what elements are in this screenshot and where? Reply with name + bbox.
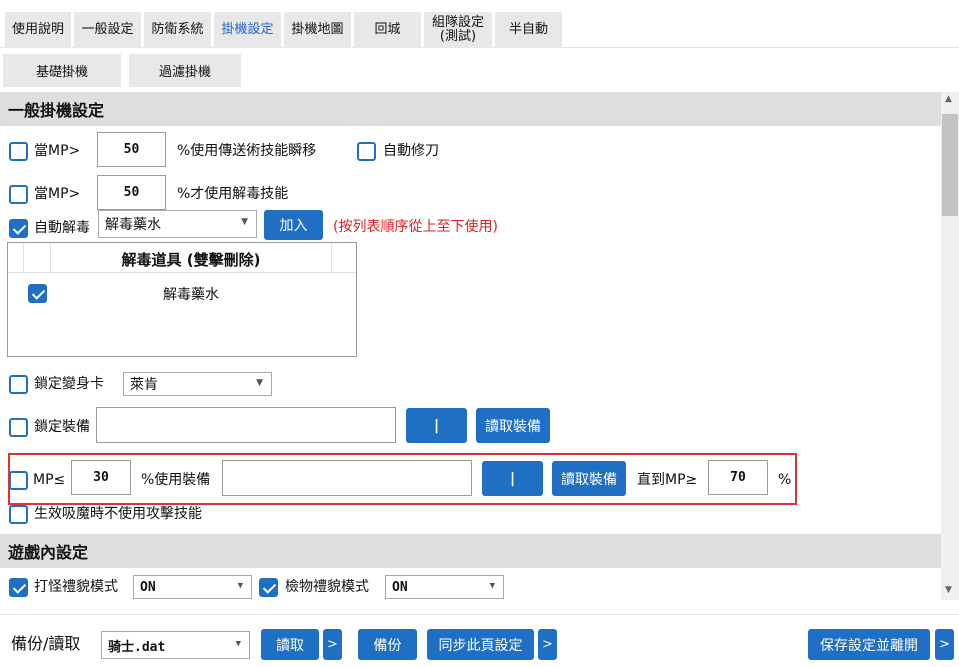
detox-list-header: 解毒道具 (雙擊刪除) bbox=[8, 243, 356, 273]
save-exit-button[interactable]: 保存設定並離開 bbox=[808, 629, 930, 660]
chevron-down-icon: ▼ bbox=[241, 217, 248, 227]
tab-afk-settings[interactable]: 掛機設定 bbox=[214, 12, 281, 48]
monster-courtesy-value: ON bbox=[140, 579, 156, 595]
loot-courtesy-checkbox[interactable] bbox=[259, 578, 278, 597]
scrollbar-thumb[interactable] bbox=[942, 114, 958, 216]
chevron-down-icon: ▼ bbox=[237, 581, 243, 591]
sync-more-button[interactable]: > bbox=[538, 629, 557, 660]
no-attack-checkbox[interactable] bbox=[9, 505, 28, 524]
load-more-button[interactable]: > bbox=[323, 629, 342, 660]
tab-defense[interactable]: 防衛系統 bbox=[144, 12, 211, 48]
chevron-down-icon: ▼ bbox=[235, 639, 241, 649]
tab-afk-map[interactable]: 掛機地圖 bbox=[284, 12, 351, 48]
main-tab-bar: 使用說明 一般設定 防衛系統 掛機設定 掛機地圖 回城 組隊設定 (測試) 半自… bbox=[0, 0, 959, 48]
detox-list-header-label: 解毒道具 (雙擊刪除) bbox=[121, 251, 261, 269]
lock-equip-read-button[interactable]: 讀取裝備 bbox=[476, 408, 550, 443]
auto-repair-label: 自動修刀 bbox=[383, 143, 439, 159]
mp-teleport-input[interactable]: 50 bbox=[97, 132, 166, 167]
panel-scrollbar[interactable]: ▲ ▼ bbox=[941, 92, 959, 600]
detox-list-item-checkbox[interactable] bbox=[28, 284, 47, 303]
section-header-general: 一般掛機設定 bbox=[0, 92, 941, 126]
loot-courtesy-select[interactable]: ON ▼ bbox=[385, 575, 504, 599]
mp-teleport-label: 當MP> bbox=[34, 143, 81, 159]
tab-party-settings[interactable]: 組隊設定 (測試) bbox=[424, 12, 492, 48]
backup-file-select[interactable]: 骑士.dat ▼ bbox=[101, 631, 250, 659]
mp-cure-checkbox[interactable] bbox=[9, 185, 28, 204]
section-header-game: 遊戲內設定 bbox=[0, 534, 941, 568]
loot-courtesy-value: ON bbox=[392, 579, 408, 595]
sync-page-button[interactable]: 同步此頁設定 bbox=[427, 629, 534, 660]
mp-teleport-checkbox[interactable] bbox=[9, 142, 28, 161]
mp-cure-suffix: %才使用解毒技能 bbox=[177, 186, 289, 202]
detox-item-select[interactable]: 解毒藥水 ▼ bbox=[98, 210, 257, 238]
lock-equip-checkbox[interactable] bbox=[9, 418, 28, 437]
monster-courtesy-checkbox[interactable] bbox=[9, 578, 28, 597]
no-attack-label: 生效吸魔時不使用攻擊技能 bbox=[34, 506, 202, 522]
scroll-up-icon[interactable]: ▲ bbox=[945, 94, 952, 104]
tab-usage[interactable]: 使用說明 bbox=[5, 12, 71, 48]
auto-detox-checkbox[interactable] bbox=[9, 219, 28, 238]
detox-list-item[interactable]: 解毒藥水 bbox=[52, 284, 330, 304]
backup-file-value: 骑士.dat bbox=[108, 639, 166, 655]
tab-party-line1: 組隊設定 bbox=[431, 15, 484, 30]
backup-label: 備份/讀取 bbox=[11, 634, 81, 653]
mp-cure-label: 當MP> bbox=[34, 186, 81, 202]
detox-order-hint: (按列表順序從上至下使用) bbox=[333, 219, 498, 235]
settings-panel: 一般掛機設定 當MP> 50 %使用傳送術技能瞬移 自動修刀 當MP> 50 %… bbox=[0, 92, 941, 600]
chevron-down-icon: ▼ bbox=[489, 581, 495, 591]
monster-courtesy-select[interactable]: ON ▼ bbox=[133, 575, 252, 599]
lock-equip-pick-button[interactable]: | bbox=[406, 408, 467, 443]
scroll-down-icon[interactable]: ▼ bbox=[945, 585, 952, 595]
lock-card-select[interactable]: 萊肯 ▼ bbox=[123, 372, 272, 396]
subtab-filter-afk[interactable]: 過濾掛機 bbox=[129, 54, 241, 87]
load-button[interactable]: 讀取 bbox=[261, 629, 319, 660]
save-more-button[interactable]: > bbox=[935, 629, 954, 660]
lock-equip-label: 鎖定裝備 bbox=[34, 419, 90, 435]
chevron-down-icon: ▼ bbox=[256, 378, 263, 388]
detox-item-value: 解毒藥水 bbox=[105, 217, 161, 233]
detox-item-list[interactable]: 解毒道具 (雙擊刪除) 解毒藥水 bbox=[7, 242, 357, 357]
monster-courtesy-label: 打怪禮貌模式 bbox=[34, 579, 118, 595]
auto-repair-checkbox[interactable] bbox=[357, 142, 376, 161]
tab-return-town[interactable]: 回城 bbox=[354, 12, 421, 48]
subtab-basic-afk[interactable]: 基礎掛機 bbox=[3, 54, 121, 87]
highlight-box bbox=[8, 453, 797, 505]
lock-equip-input[interactable] bbox=[96, 407, 396, 443]
lock-card-label: 鎖定變身卡 bbox=[34, 376, 104, 392]
bottom-bar: 備份/讀取 骑士.dat ▼ 讀取 > 備份 同步此頁設定 > 保存設定並離開 … bbox=[0, 614, 959, 667]
mp-cure-input[interactable]: 50 bbox=[97, 175, 166, 210]
loot-courtesy-label: 檢物禮貌模式 bbox=[285, 579, 369, 595]
tab-general[interactable]: 一般設定 bbox=[74, 12, 141, 48]
add-detox-button[interactable]: 加入 bbox=[264, 210, 323, 240]
mp-teleport-suffix: %使用傳送術技能瞬移 bbox=[177, 143, 317, 159]
auto-detox-label: 自動解毒 bbox=[34, 220, 90, 236]
lock-card-value: 萊肯 bbox=[130, 377, 158, 393]
tab-semi-auto[interactable]: 半自動 bbox=[495, 12, 562, 48]
lock-card-checkbox[interactable] bbox=[9, 375, 28, 394]
backup-button[interactable]: 備份 bbox=[358, 629, 417, 660]
tab-party-line2: (測試) bbox=[439, 29, 477, 44]
